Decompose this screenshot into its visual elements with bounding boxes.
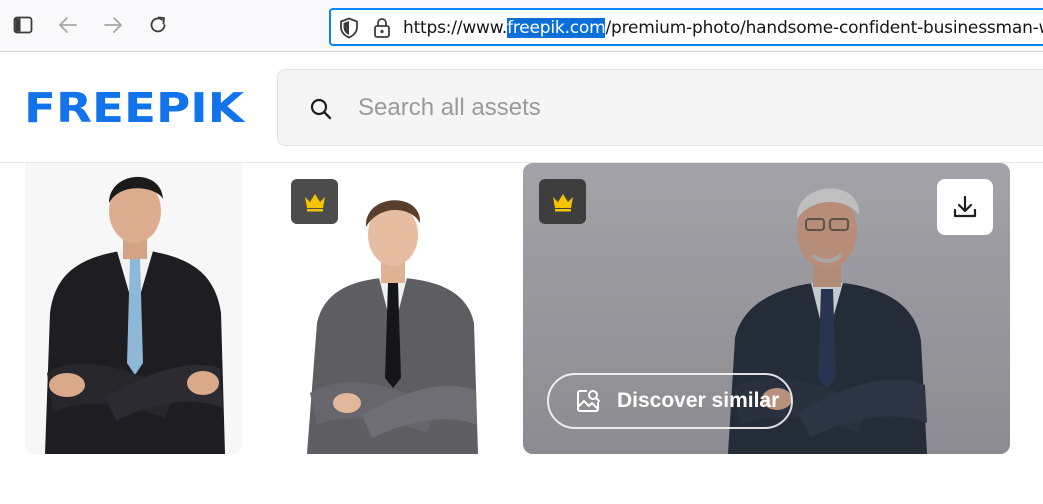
premium-badge xyxy=(539,179,586,224)
crown-icon xyxy=(304,193,325,211)
discover-similar-label: Discover similar xyxy=(617,389,780,412)
search-input[interactable] xyxy=(358,90,958,126)
photo-card-hovered[interactable]: Discover similar xyxy=(523,163,1010,454)
freepik-logo[interactable]: FREEPIK xyxy=(24,84,247,132)
reload-icon[interactable] xyxy=(144,11,172,39)
search-box[interactable] xyxy=(277,69,1043,146)
site-header: FREEPIK xyxy=(0,52,1043,163)
forward-icon[interactable] xyxy=(99,11,127,39)
back-icon[interactable] xyxy=(54,11,82,39)
photo-card[interactable] xyxy=(262,163,514,454)
url-suffix: /premium-photo/handsome-confident-busine… xyxy=(605,18,1043,38)
url-prefix: https://www. xyxy=(403,18,508,38)
url-text[interactable]: https://www.freepik.com/premium-photo/ha… xyxy=(403,18,1043,38)
photo-card[interactable] xyxy=(25,163,242,454)
discover-similar-button[interactable]: Discover similar xyxy=(547,373,793,429)
url-highlight: freepik.com xyxy=(507,18,606,38)
crown-icon xyxy=(552,193,573,211)
premium-badge xyxy=(291,179,338,224)
shield-icon[interactable] xyxy=(339,17,359,39)
download-button[interactable] xyxy=(937,179,993,235)
search-icon[interactable] xyxy=(309,97,333,121)
download-icon xyxy=(953,195,977,218)
image-search-icon xyxy=(577,390,600,412)
browser-toolbar: https://www.freepik.com/premium-photo/ha… xyxy=(0,0,1043,52)
logo-text: FREEPIK xyxy=(24,85,246,129)
url-bar[interactable]: https://www.freepik.com/premium-photo/ha… xyxy=(329,8,1043,46)
sidebar-icon[interactable] xyxy=(9,11,37,39)
lock-icon[interactable] xyxy=(373,17,391,39)
businessman-photo xyxy=(25,163,242,454)
